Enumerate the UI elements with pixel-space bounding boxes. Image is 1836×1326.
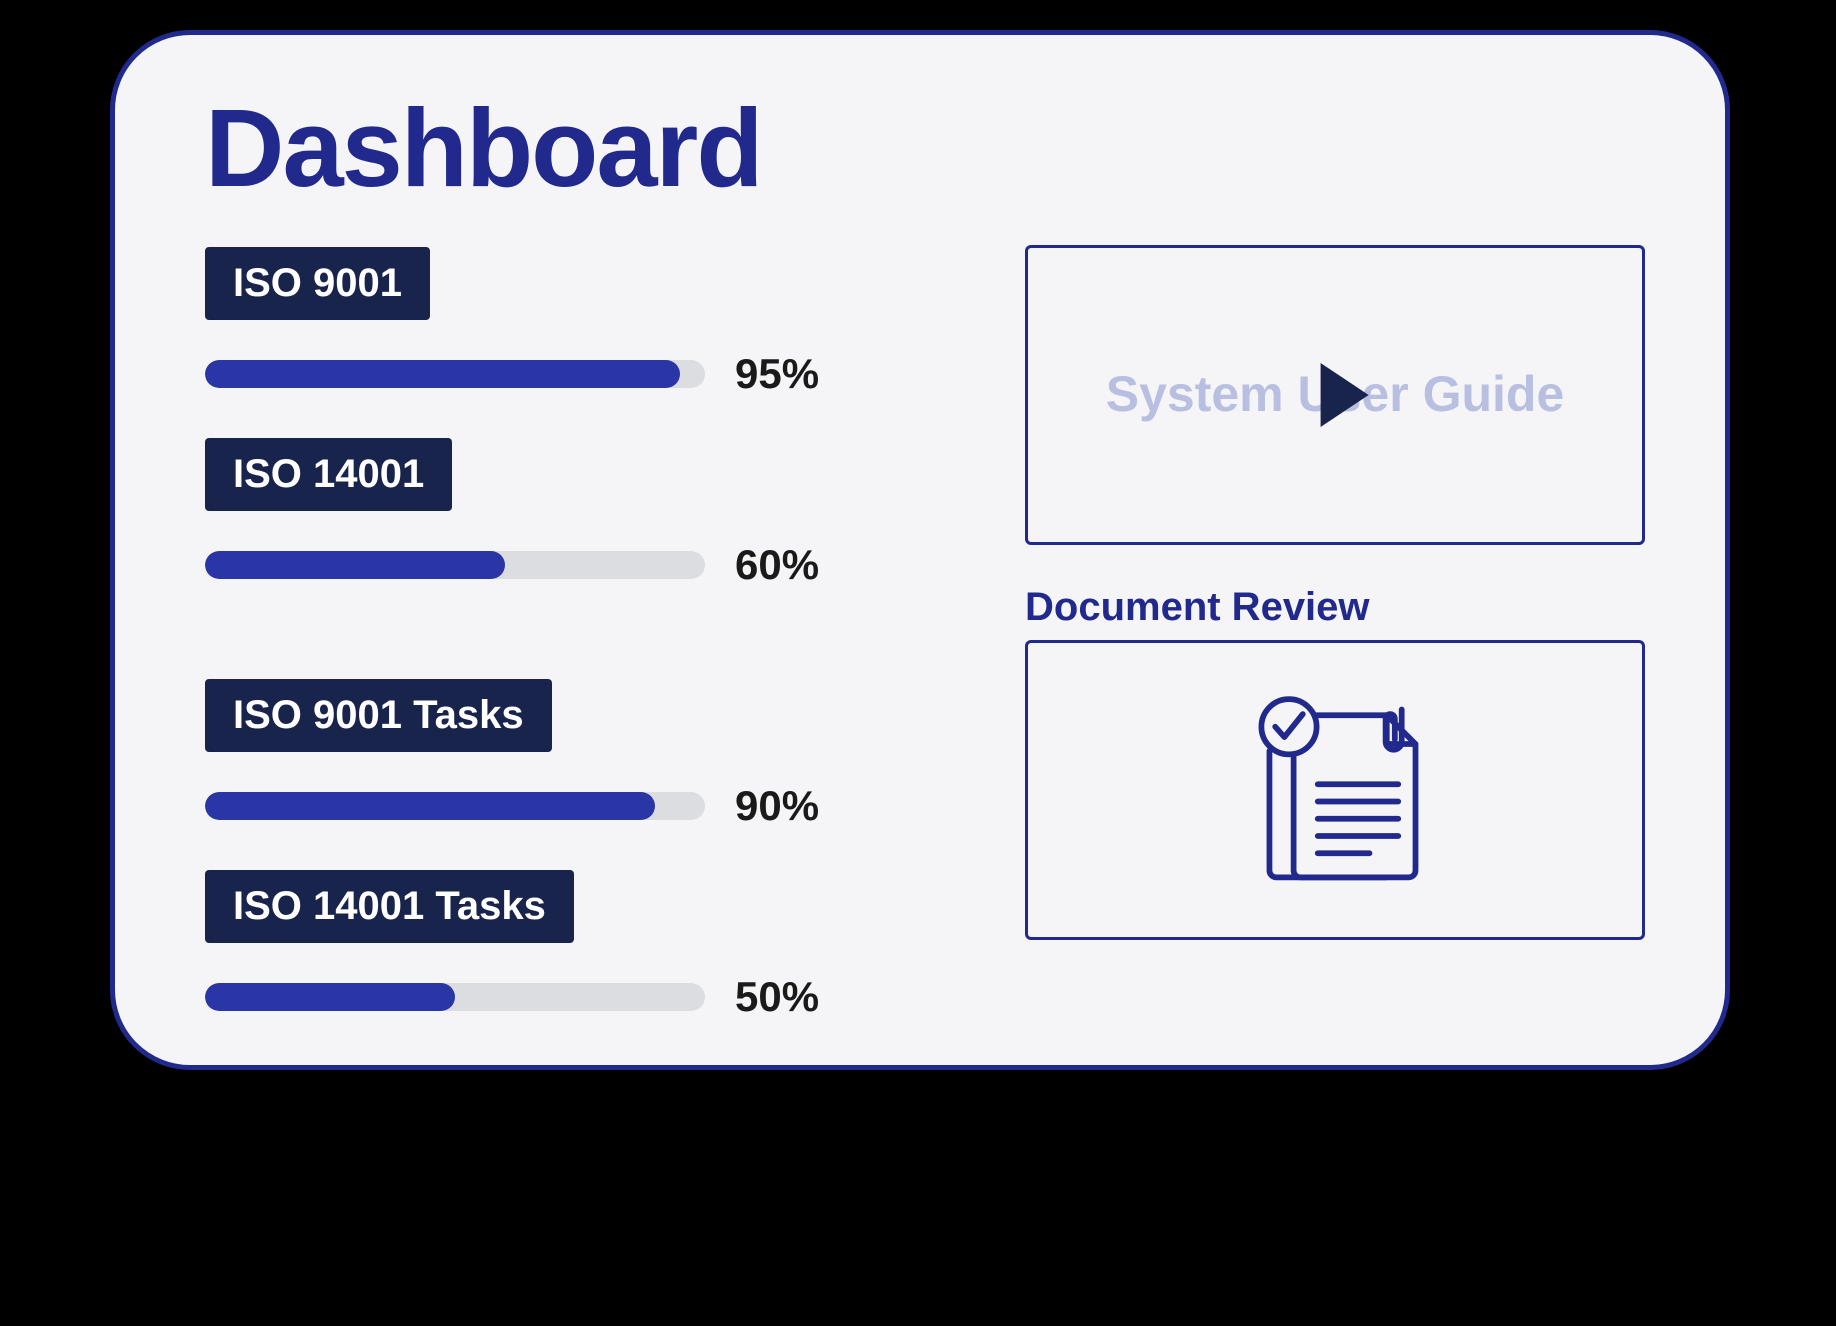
progress-bar-track: [205, 551, 705, 579]
progress-group-2: ISO 9001 Tasks 90% ISO 14001 Tasks 50%: [205, 679, 965, 1061]
dashboard-card: Dashboard ISO 9001 95% ISO 14001 60%: [110, 30, 1730, 1070]
progress-bar-row: 95%: [205, 350, 965, 398]
progress-percent: 90%: [735, 782, 819, 830]
progress-bar-track: [205, 792, 705, 820]
progress-bar-fill: [205, 360, 680, 388]
progress-bar-fill: [205, 551, 505, 579]
progress-bar-track: [205, 983, 705, 1011]
progress-label-pill: ISO 14001: [205, 438, 452, 511]
page-title: Dashboard: [205, 85, 965, 212]
progress-item: ISO 9001 Tasks 90%: [205, 679, 965, 830]
progress-item: ISO 9001 95%: [205, 247, 965, 398]
progress-bar-fill: [205, 792, 655, 820]
progress-percent: 50%: [735, 973, 819, 1021]
document-check-icon: [1220, 675, 1450, 905]
progress-label-pill: ISO 14001 Tasks: [205, 870, 574, 943]
progress-bar-row: 50%: [205, 973, 965, 1021]
right-column: System User Guide Document Review: [1025, 85, 1645, 1015]
progress-group-1: ISO 9001 95% ISO 14001 60%: [205, 247, 965, 629]
progress-label-pill: ISO 9001 Tasks: [205, 679, 552, 752]
progress-item: ISO 14001 Tasks 50%: [205, 870, 965, 1021]
system-user-guide-panel[interactable]: System User Guide: [1025, 245, 1645, 545]
document-review-panel[interactable]: [1025, 640, 1645, 940]
progress-bar-row: 90%: [205, 782, 965, 830]
progress-item: ISO 14001 60%: [205, 438, 965, 589]
progress-percent: 60%: [735, 541, 819, 589]
progress-percent: 95%: [735, 350, 819, 398]
progress-bar-row: 60%: [205, 541, 965, 589]
play-icon[interactable]: [1321, 363, 1369, 427]
progress-bar-fill: [205, 983, 455, 1011]
progress-bar-track: [205, 360, 705, 388]
document-review-label: Document Review: [1025, 585, 1645, 630]
progress-label-pill: ISO 9001: [205, 247, 430, 320]
left-column: Dashboard ISO 9001 95% ISO 14001 60%: [205, 85, 965, 1015]
document-review-section: Document Review: [1025, 585, 1645, 940]
